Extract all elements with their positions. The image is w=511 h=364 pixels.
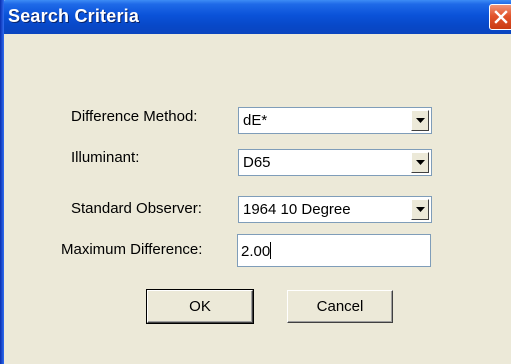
difference-method-value: dE* xyxy=(243,112,268,129)
chevron-down-icon xyxy=(416,207,425,212)
illuminant-dropdown-button[interactable] xyxy=(411,152,429,173)
chevron-down-icon xyxy=(416,160,425,165)
illuminant-label: Illuminant: xyxy=(71,149,140,166)
text-caret xyxy=(270,242,272,259)
ok-button[interactable]: OK xyxy=(146,289,254,324)
illuminant-value: D65 xyxy=(243,154,271,171)
maximum-difference-input[interactable]: 2.00 xyxy=(237,234,431,267)
close-icon xyxy=(494,10,508,24)
title-bar: Search Criteria xyxy=(0,0,511,34)
difference-method-dropdown-button[interactable] xyxy=(411,110,429,131)
window-left-border xyxy=(0,0,4,364)
maximum-difference-value: 2.00 xyxy=(241,242,272,260)
maximum-difference-text: 2.00 xyxy=(241,243,271,260)
illuminant-dropdown[interactable]: D65 xyxy=(238,149,432,176)
maximum-difference-label: Maximum Difference: xyxy=(61,241,203,258)
cancel-button[interactable]: Cancel xyxy=(287,290,393,323)
standard-observer-value: 1964 10 Degree xyxy=(243,201,351,218)
close-button[interactable] xyxy=(489,4,511,30)
standard-observer-label: Standard Observer: xyxy=(71,200,202,217)
search-criteria-dialog: Search Criteria Difference Method: dE* I… xyxy=(0,0,511,364)
chevron-down-icon xyxy=(416,118,425,123)
difference-method-dropdown[interactable]: dE* xyxy=(238,107,432,134)
window-title: Search Criteria xyxy=(8,6,140,26)
standard-observer-dropdown[interactable]: 1964 10 Degree xyxy=(238,196,432,223)
difference-method-label: Difference Method: xyxy=(71,108,198,125)
standard-observer-dropdown-button[interactable] xyxy=(411,199,429,220)
